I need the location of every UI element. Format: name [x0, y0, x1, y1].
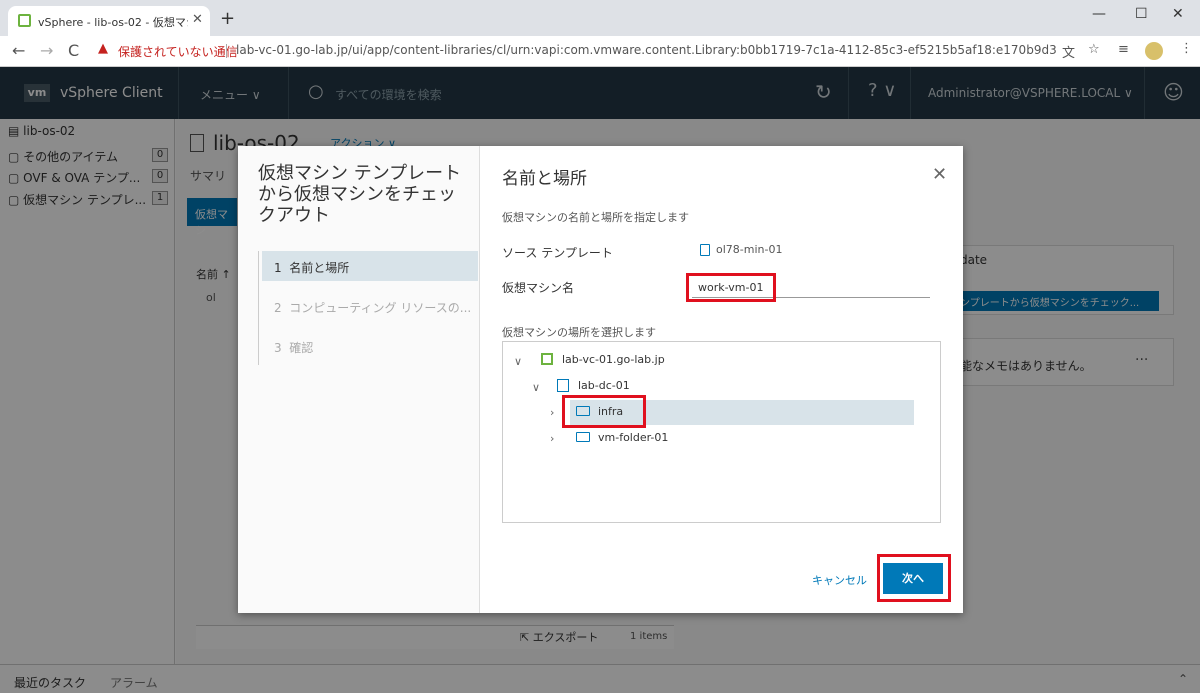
forward-icon[interactable]: →: [40, 41, 53, 60]
chevron-down-icon[interactable]: ∨: [514, 355, 522, 368]
step-label: 名前と場所: [289, 261, 350, 275]
translate-icon[interactable]: 文: [1062, 42, 1075, 61]
pane-title: 名前と場所: [502, 169, 587, 189]
chevron-right-icon[interactable]: ›: [550, 406, 554, 419]
security-warning[interactable]: 保護されていない通信: [118, 43, 238, 60]
minimize-button[interactable]: —: [1092, 6, 1106, 22]
step-number: 3: [274, 341, 282, 355]
highlight-box: [562, 395, 646, 428]
source-template-label: ソース テンプレート: [502, 246, 613, 260]
browser-tab[interactable]: vSphere - lib-os-02 - 仮想マシン テ ✕: [8, 6, 210, 36]
window-close-button[interactable]: ✕: [1172, 6, 1184, 22]
tree-node-vm-folder[interactable]: vm-folder-01: [598, 431, 668, 444]
location-label: 仮想マシンの場所を選択します: [502, 326, 656, 339]
vm-name-label: 仮想マシン名: [502, 281, 575, 295]
datacenter-icon: [557, 379, 569, 392]
chevron-down-icon[interactable]: ∨: [532, 381, 540, 394]
wizard-title: 仮想マシン テンプレートから仮想マシンをチェックアウト: [258, 163, 462, 226]
star-icon[interactable]: ☆: [1088, 42, 1100, 57]
tree-node-vcenter[interactable]: lab-vc-01.go-lab.jp: [562, 353, 665, 366]
highlight-box: [686, 273, 776, 302]
wizard-steps-line: [258, 251, 259, 365]
highlight-box: [877, 554, 951, 602]
wizard-step-name-location[interactable]: 1 名前と場所: [262, 251, 478, 281]
back-icon[interactable]: ←: [12, 41, 25, 60]
pane-description: 仮想マシンの名前と場所を指定します: [502, 211, 689, 224]
new-tab-button[interactable]: +: [220, 8, 235, 29]
step-number: 1: [274, 261, 282, 275]
cancel-button[interactable]: キャンセル: [812, 572, 867, 588]
step-label: コンピューティング リソースの...: [289, 301, 472, 315]
warning-icon[interactable]: ▲: [98, 41, 108, 56]
playlist-icon[interactable]: ≡: [1118, 42, 1129, 57]
template-icon: [700, 244, 710, 256]
folder-icon: [576, 432, 590, 442]
step-number: 2: [274, 301, 282, 315]
chevron-right-icon[interactable]: ›: [550, 432, 554, 445]
source-template-value: ol78-min-01: [716, 243, 783, 256]
location-tree: [502, 341, 941, 523]
maximize-button[interactable]: ☐: [1135, 6, 1148, 22]
more-icon[interactable]: ⋮: [1180, 41, 1193, 56]
tab-title: vSphere - lib-os-02 - 仮想マシン テ: [38, 16, 188, 29]
wizard-step-review: 3 確認: [262, 331, 478, 361]
wizard-step-compute: 2 コンピューティング リソースの...: [262, 291, 478, 321]
url-separator: [226, 44, 227, 58]
tab-close-icon[interactable]: ✕: [192, 12, 203, 27]
close-icon[interactable]: ✕: [932, 164, 947, 185]
profile-avatar[interactable]: [1145, 42, 1163, 60]
tree-node-datacenter[interactable]: lab-dc-01: [578, 379, 630, 392]
url-field[interactable]: lab-vc-01.go-lab.jp/ui/app/content-libra…: [236, 43, 1056, 57]
step-label: 確認: [289, 341, 314, 355]
vcenter-icon: [541, 353, 553, 365]
vsphere-favicon-icon: [18, 14, 31, 27]
reload-icon[interactable]: C: [68, 41, 79, 60]
